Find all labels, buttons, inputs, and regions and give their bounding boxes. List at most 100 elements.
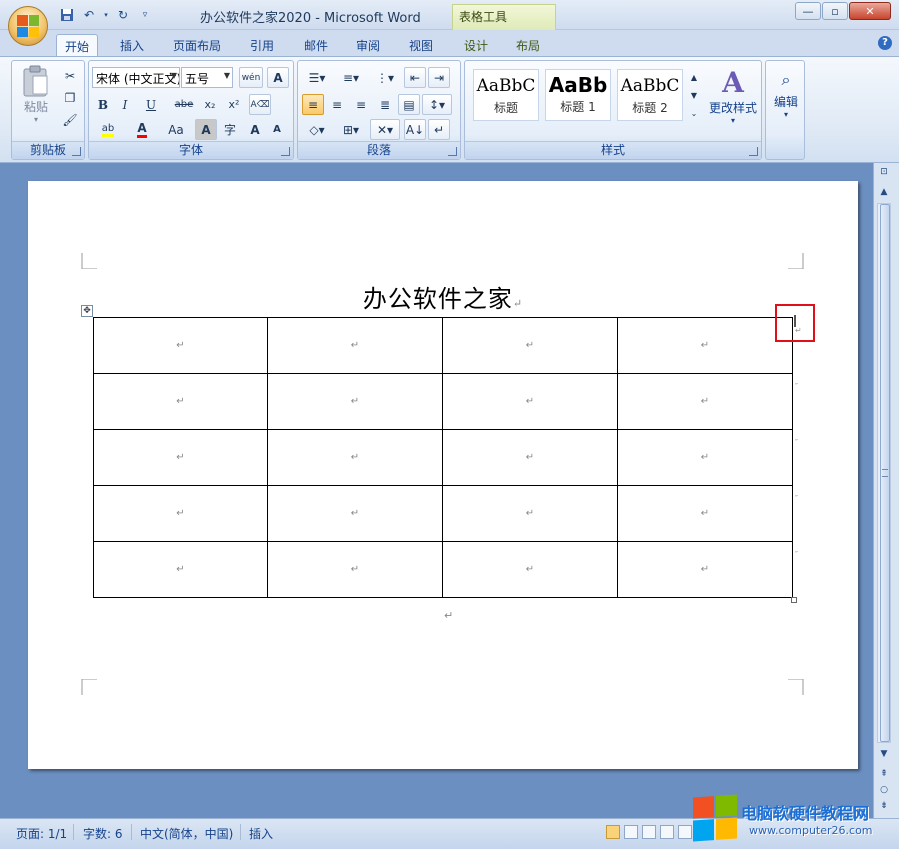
tab-review[interactable]: 审阅 <box>348 34 388 56</box>
format-painter-icon[interactable]: 🖌 <box>60 109 80 130</box>
table-cell[interactable]: ↵ <box>442 485 618 542</box>
table-cell[interactable]: ↵ <box>93 317 268 374</box>
draft-view-icon[interactable] <box>678 825 692 839</box>
table-cell[interactable]: ↵ <box>442 541 618 598</box>
align-left-button[interactable]: ≡ <box>302 94 324 115</box>
line-spacing-button[interactable]: ↕▾ <box>422 94 452 115</box>
decrease-indent-button[interactable]: ⇤ <box>404 67 426 88</box>
table-cell[interactable]: ↵ <box>442 373 618 430</box>
show-marks-button[interactable]: ↵ <box>428 119 450 140</box>
style-item-heading2[interactable]: AaBbC 标题 2 <box>617 69 683 121</box>
phonetic-guide-button[interactable]: wén <box>239 67 263 88</box>
table-cell[interactable]: ↵ <box>617 317 793 374</box>
print-layout-view-icon[interactable] <box>606 825 620 839</box>
clipboard-launcher-icon[interactable] <box>72 147 81 156</box>
tab-references[interactable]: 引用 <box>242 34 282 56</box>
paste-button[interactable]: 粘贴 ▾ <box>16 64 56 124</box>
superscript-button[interactable]: x² <box>223 94 245 115</box>
table-cell[interactable]: ↵ <box>93 541 268 598</box>
tab-page-layout[interactable]: 页面布局 <box>165 34 229 56</box>
table-cell[interactable]: ↵ <box>93 429 268 486</box>
change-styles-button[interactable]: A 更改样式 ▾ <box>705 67 761 126</box>
vertical-scrollbar[interactable]: ⊡ ▲ ▼ ⇞ ○ ⇟ <box>873 163 899 818</box>
shading-button[interactable]: ◇▾ <box>302 119 332 140</box>
redo-icon[interactable]: ↻ <box>114 6 132 24</box>
styles-scroll-up-icon[interactable]: ▲ <box>687 69 701 86</box>
page-count[interactable]: 页面: 1/1 <box>16 825 67 842</box>
editing-button[interactable]: ⌕ 编辑 ▾ <box>767 67 805 119</box>
distribute-button[interactable]: ▤ <box>398 94 420 115</box>
styles-launcher-icon[interactable] <box>749 147 758 156</box>
sort-button[interactable]: A↓ <box>404 119 426 140</box>
table-resize-handle[interactable] <box>791 597 797 603</box>
table-move-handle-icon[interactable]: ✥ <box>81 305 93 317</box>
bullets-button[interactable]: ☰▾ <box>302 67 332 88</box>
tab-mailings[interactable]: 邮件 <box>296 34 336 56</box>
document-heading[interactable]: 办公软件之家↵ <box>28 279 858 314</box>
tab-home[interactable]: 开始 <box>56 34 99 56</box>
previous-page-icon[interactable]: ⇞ <box>877 767 891 781</box>
web-layout-view-icon[interactable] <box>642 825 656 839</box>
save-icon[interactable] <box>58 6 76 24</box>
change-case-button[interactable]: Aa <box>161 119 191 140</box>
table-cell[interactable]: ↵ <box>267 485 443 542</box>
align-right-button[interactable]: ≡ <box>350 94 372 115</box>
style-item-title[interactable]: AaBbC 标题 <box>473 69 539 121</box>
chinese-layout-button[interactable]: ✕▾ <box>370 119 400 140</box>
maximize-button[interactable]: ▫ <box>822 2 848 20</box>
document-page[interactable]: 办公软件之家↵ ✥ ↵ ↵ ↵ ↵ ↵ ↵ ↵ ↵ ↵ ↵ ↵ ↵ ↵ ↵ ↵ ↵ ↵ ↵ ↵ ↵ ↵ ″ ″ ″ ″… <box>28 181 858 769</box>
undo-icon[interactable]: ↶ <box>80 6 98 24</box>
justify-button[interactable]: ≣ <box>374 94 396 115</box>
borders-button[interactable]: ⊞▾ <box>336 119 366 140</box>
table-cell[interactable]: ↵ <box>617 373 793 430</box>
styles-more-icon[interactable]: ⌄ <box>687 105 701 122</box>
language-indicator[interactable]: 中文(简体，中国) <box>140 825 233 842</box>
numbering-button[interactable]: ≡▾ <box>336 67 366 88</box>
highlight-button[interactable]: ab <box>93 119 123 140</box>
close-button[interactable]: ✕ <box>849 2 891 20</box>
enclose-char-button[interactable]: 字 <box>219 119 241 140</box>
font-color-button[interactable]: A <box>127 119 157 140</box>
strikethrough-button[interactable]: abe <box>171 94 197 115</box>
table-cell[interactable]: ↵ <box>617 429 793 486</box>
style-item-heading1[interactable]: AaBb 标题 1 <box>545 69 611 121</box>
clear-formatting-button[interactable]: A⌫ <box>249 94 271 115</box>
customize-qat-icon[interactable]: ▿ <box>136 6 154 24</box>
tab-view[interactable]: 视图 <box>401 34 441 56</box>
document-table[interactable]: ↵ ↵ ↵ ↵ ↵ ↵ ↵ ↵ ↵ ↵ ↵ ↵ ↵ ↵ ↵ ↵ ↵ ↵ ↵ ↵ <box>93 317 793 598</box>
table-cell[interactable]: ↵ <box>267 429 443 486</box>
word-count[interactable]: 字数: 6 <box>83 825 123 842</box>
italic-button[interactable]: I <box>115 94 135 115</box>
tab-design[interactable]: 设计 <box>456 34 496 56</box>
multilevel-list-button[interactable]: ⋮▾ <box>370 67 400 88</box>
table-cell[interactable]: ↵ <box>617 541 793 598</box>
minimize-button[interactable]: — <box>795 2 821 20</box>
char-border-button[interactable]: A <box>267 67 289 88</box>
copy-icon[interactable]: ❐ <box>60 87 80 108</box>
table-cell[interactable]: ↵ <box>442 317 618 374</box>
tab-insert[interactable]: 插入 <box>112 34 152 56</box>
tab-layout[interactable]: 布局 <box>508 34 548 56</box>
table-cell[interactable]: ↵ <box>442 429 618 486</box>
paste-dropdown-icon[interactable]: ▾ <box>34 115 38 124</box>
full-screen-reading-icon[interactable] <box>624 825 638 839</box>
shrink-font-button[interactable]: A <box>267 119 287 140</box>
increase-indent-button[interactable]: ⇥ <box>428 67 450 88</box>
table-cell[interactable]: ↵ <box>93 485 268 542</box>
font-size-combo[interactable]: 五号 ▼ <box>181 67 233 88</box>
insert-mode[interactable]: 插入 <box>249 825 273 842</box>
scroll-thumb[interactable] <box>880 204 890 742</box>
outline-view-icon[interactable] <box>660 825 674 839</box>
scroll-up-icon[interactable]: ▲ <box>877 185 891 199</box>
bold-button[interactable]: B <box>93 94 113 115</box>
font-launcher-icon[interactable] <box>281 147 290 156</box>
paragraph-launcher-icon[interactable] <box>448 147 457 156</box>
grow-font-button[interactable]: A <box>245 119 265 140</box>
office-button[interactable] <box>8 6 48 46</box>
cut-icon[interactable]: ✂ <box>60 65 80 86</box>
table-cell[interactable]: ↵ <box>267 373 443 430</box>
ruler-toggle-icon[interactable]: ⊡ <box>877 165 891 179</box>
font-name-combo[interactable]: 宋体 (中文正文) ▼ <box>92 67 180 88</box>
scroll-down-icon[interactable]: ▼ <box>877 747 891 761</box>
select-browse-object-icon[interactable]: ○ <box>877 783 891 797</box>
